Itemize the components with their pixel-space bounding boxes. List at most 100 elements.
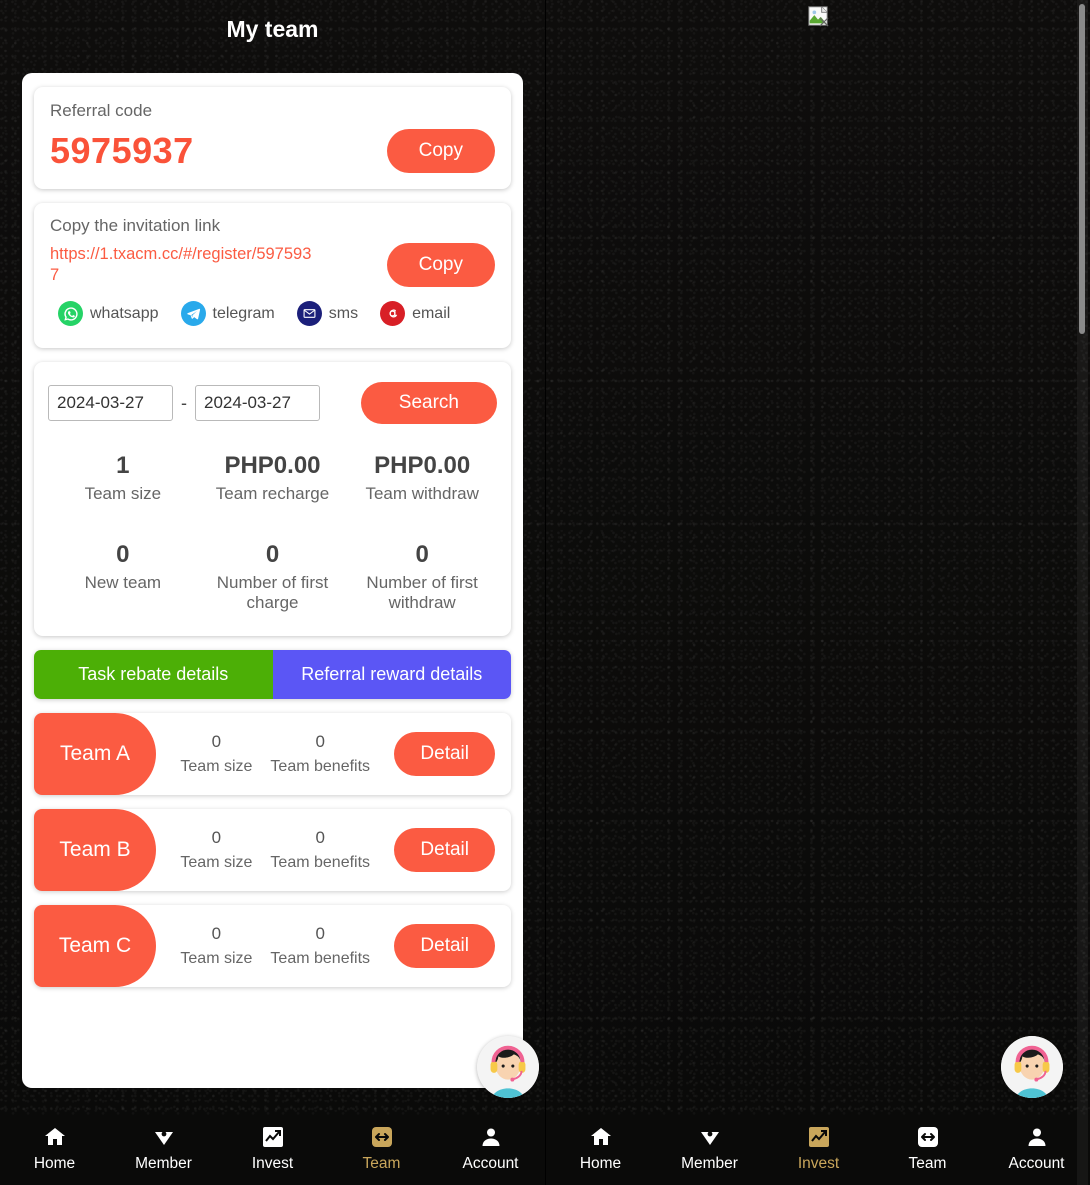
table-row: Team C 0 Team size 0 Team benefits Detai…	[34, 905, 511, 988]
team-size-label: Team size	[180, 758, 253, 776]
stat-label: Team recharge	[215, 484, 330, 503]
stat-team-recharge: PHP0.00 Team recharge	[198, 452, 348, 505]
team-benefits-label: Team benefits	[270, 758, 371, 776]
table-row: Team A 0 Team size 0 Team benefits Detai…	[34, 713, 511, 796]
nav-label: Member	[135, 1154, 192, 1172]
nav-invest[interactable]: Invest	[227, 1124, 319, 1173]
nav-account[interactable]: Account	[991, 1124, 1083, 1173]
stat-label: Team size	[84, 484, 162, 503]
team-size-value: 0	[211, 732, 222, 752]
stats-row-primary: 1 Team size PHP0.00 Team recharge PHP0.0…	[48, 452, 497, 505]
person-icon	[1024, 1124, 1050, 1150]
stat-team-withdraw: PHP0.00 Team withdraw	[347, 452, 497, 505]
share-email-label: email	[412, 304, 451, 322]
team-badge-a: Team A	[34, 713, 156, 796]
share-email[interactable]: email	[380, 301, 450, 326]
nav-account[interactable]: Account	[445, 1124, 537, 1173]
stat-value: PHP0.00	[374, 452, 471, 479]
diamond-icon	[697, 1124, 723, 1150]
referral-code-value: 5975937	[50, 130, 194, 171]
nav-label: Home	[579, 1154, 622, 1172]
share-sms-label: sms	[328, 304, 359, 322]
team-b-benefits: 0 Team benefits	[270, 828, 370, 872]
arrows-icon	[915, 1124, 941, 1150]
team-size-label: Team size	[180, 854, 253, 872]
stat-value: 0	[265, 540, 280, 568]
team-benefits-value: 0	[315, 924, 325, 944]
broken-image-icon	[807, 5, 829, 27]
invitation-link-label: Copy the invitation link	[50, 216, 221, 235]
nav-label: Member	[681, 1154, 738, 1172]
team-benefits-value: 0	[315, 828, 325, 848]
copy-referral-code-button[interactable]: Copy	[386, 129, 495, 173]
team-c-benefits: 0 Team benefits	[270, 924, 370, 968]
nav-invest[interactable]: Invest	[773, 1124, 865, 1173]
home-icon	[588, 1124, 614, 1150]
scrollbar-thumb[interactable]	[1079, 4, 1085, 334]
whatsapp-icon	[58, 301, 83, 326]
stat-team-size: 1 Team size	[48, 452, 198, 505]
support-agent-icon	[477, 1036, 539, 1098]
tab-task-rebate-details[interactable]: Task rebate details	[34, 650, 273, 700]
dual-panel-screen: My team Referral code 5975937 Copy Copy …	[0, 0, 1090, 1185]
nav-member[interactable]: Member	[664, 1124, 756, 1173]
social-share-row: whatsapp telegram sms email	[58, 301, 495, 326]
stat-first-charge: 0 Number of first charge	[198, 541, 348, 614]
nav-home[interactable]: Home	[9, 1124, 101, 1173]
customer-service-avatar[interactable]	[477, 1036, 539, 1098]
team-a-size: 0 Team size	[180, 732, 252, 776]
date-from-input[interactable]	[48, 385, 173, 421]
nav-label: Invest	[251, 1154, 294, 1172]
details-tabs: Task rebate details Referral reward deta…	[34, 650, 511, 700]
stat-new-team: 0 New team	[48, 541, 198, 614]
nav-team[interactable]: Team	[336, 1124, 428, 1173]
stat-first-withdraw: 0 Number of first withdraw	[347, 541, 497, 614]
team-b-size: 0 Team size	[180, 828, 252, 872]
person-icon	[478, 1124, 504, 1150]
team-statistics-card: - Search 1 Team size PHP0.00 Team rechar…	[34, 362, 511, 637]
page-title: My team	[226, 15, 319, 42]
nav-label: Team	[362, 1154, 401, 1172]
nav-member[interactable]: Member	[118, 1124, 210, 1173]
nav-team[interactable]: Team	[882, 1124, 974, 1173]
diamond-icon	[151, 1124, 177, 1150]
copy-invitation-link-button[interactable]: Copy	[386, 243, 495, 287]
tab-referral-reward-details[interactable]: Referral reward details	[272, 650, 511, 700]
nav-label: Home	[33, 1154, 76, 1172]
referral-code-label: Referral code	[50, 101, 153, 120]
invitation-link-value: https://1.txacm.cc/#/register/5975937	[50, 244, 312, 284]
share-whatsapp[interactable]: whatsapp	[58, 301, 159, 326]
my-team-sheet: Referral code 5975937 Copy Copy the invi…	[22, 73, 523, 1088]
share-sms[interactable]: sms	[296, 301, 359, 326]
invitation-link-card: Copy the invitation link https://1.txacm…	[34, 203, 511, 348]
table-row: Team B 0 Team size 0 Team benefits Detai…	[34, 809, 511, 892]
home-icon	[42, 1124, 68, 1150]
team-benefits-label: Team benefits	[270, 854, 371, 872]
share-telegram[interactable]: telegram	[180, 301, 275, 326]
date-range-separator: -	[181, 392, 187, 413]
team-c-detail-button[interactable]: Detail	[394, 924, 495, 969]
team-badge-c: Team C	[34, 905, 156, 988]
bottom-navigation-right: Home Member Invest Team Account	[546, 1115, 1090, 1185]
stat-value: 1	[116, 452, 130, 479]
page-scrollbar[interactable]	[1077, 0, 1088, 1185]
nav-label: Account	[1008, 1154, 1065, 1172]
team-c-size: 0 Team size	[180, 924, 252, 968]
nav-label: Team	[908, 1154, 947, 1172]
stat-label: Number of first withdraw	[366, 572, 478, 613]
date-to-input[interactable]	[195, 385, 320, 421]
stat-label: Number of first charge	[216, 572, 329, 613]
chart-up-icon	[260, 1124, 286, 1150]
support-agent-icon	[1001, 1036, 1063, 1098]
team-benefits-value: 0	[315, 732, 325, 752]
nav-label: Invest	[797, 1154, 840, 1172]
team-b-detail-button[interactable]: Detail	[394, 828, 495, 873]
nav-home[interactable]: Home	[555, 1124, 647, 1173]
search-button[interactable]: Search	[360, 382, 497, 424]
customer-service-avatar[interactable]	[1001, 1036, 1063, 1098]
stats-row-secondary: 0 New team 0 Number of first charge 0 Nu…	[48, 541, 497, 614]
bottom-navigation-left: Home Member Invest Team Account	[0, 1115, 545, 1185]
team-a-detail-button[interactable]: Detail	[394, 732, 495, 777]
team-size-value: 0	[211, 828, 222, 848]
stat-label: New team	[84, 572, 162, 592]
